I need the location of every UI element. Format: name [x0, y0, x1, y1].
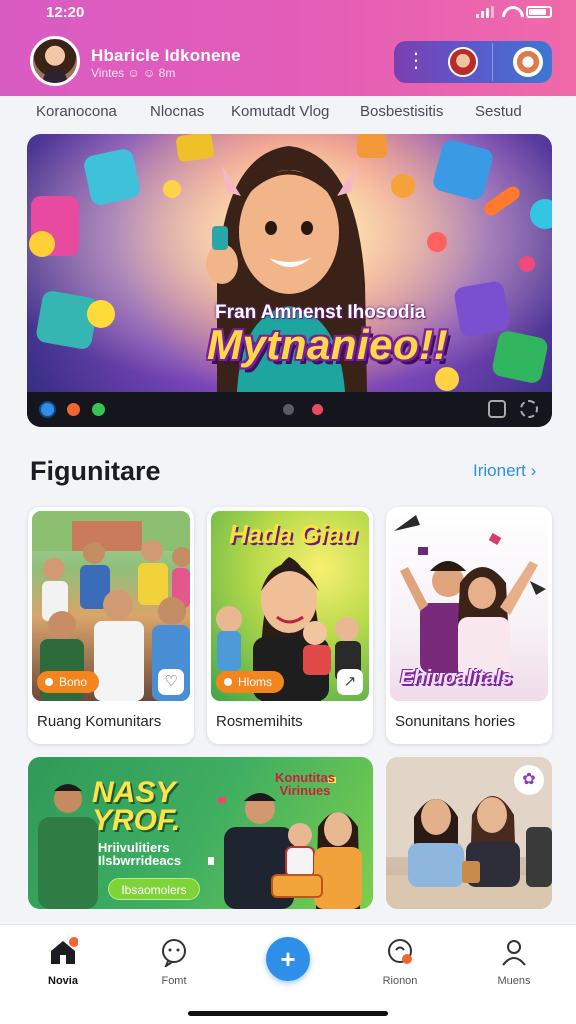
hero-banner[interactable]: Fran Amnenst Ihosodia Mytnanieo!! [27, 134, 552, 427]
fullscreen-icon[interactable] [520, 400, 538, 418]
promo-headline-line-2: YROF. [92, 804, 181, 837]
nav-home[interactable]: Novia [28, 937, 98, 987]
pill-divider [492, 43, 493, 81]
wifi-icon [502, 6, 518, 18]
section-title: Figunitare [30, 456, 161, 486]
status-icons [476, 6, 552, 18]
carousel-dot-2[interactable] [312, 404, 323, 415]
nav-notifications[interactable]: Rionon [365, 937, 435, 987]
share-icon[interactable] [488, 400, 506, 418]
nav-chat[interactable]: Fomt [139, 937, 209, 987]
see-more-link[interactable]: Irionert › [473, 461, 536, 481]
mascot-avatar[interactable] [513, 47, 543, 77]
blue-dot[interactable] [41, 403, 54, 416]
friend-avatar[interactable] [448, 47, 478, 77]
user-subtitle: Vintes ☺ ☺ 8m [91, 66, 176, 80]
share-icon[interactable]: ↗ [337, 669, 363, 695]
tab-komutadt-vlog[interactable]: Komutadt Vlog [231, 103, 329, 120]
promo-subtext: Hriivulitiers Ilsbwrrideacs [98, 841, 181, 867]
nav-chat-label: Fomt [161, 975, 187, 987]
notification-icon [385, 937, 415, 967]
header-action-pill: ⋮ [394, 41, 552, 83]
nav-notifications-label: Rionon [382, 975, 418, 987]
user-avatar[interactable] [30, 36, 80, 86]
creator-card[interactable]: Hada Giau Hloms ↗ Rosmemihits [207, 507, 373, 744]
card-overlay-text: Ehiuoalitals [400, 667, 513, 689]
battery-icon [526, 6, 552, 18]
profile-icon [499, 937, 529, 967]
tab-nlocnas[interactable]: Nlocnas [150, 103, 204, 120]
promo-overlay-text: Konutitas Virinues [275, 771, 335, 797]
category-tabs: Koranocona Nlocnas Komutadt Vlog Bosbest… [30, 100, 550, 126]
add-icon[interactable]: + [266, 937, 310, 981]
promo-headline: NASY YROF. [92, 776, 181, 837]
promo-card[interactable]: NASY YROF. Hriivulitiers Ilsbwrrideacs I… [28, 757, 373, 909]
promo-subtext-line-2: Ilsbwrrideacs [98, 853, 182, 868]
home-icon [48, 937, 79, 967]
more-options-icon[interactable]: ⋮ [406, 50, 426, 74]
promo-overlay-line-2: Virinues [279, 783, 331, 798]
nav-home-label: Novia [48, 975, 78, 987]
nav-profile-label: Muens [497, 975, 531, 987]
chat-icon [159, 937, 189, 969]
status-bar: 12:20 [46, 4, 552, 26]
green-dot[interactable] [92, 403, 105, 416]
card-tag: Hloms [216, 671, 285, 693]
home-indicator [188, 1011, 388, 1016]
user-name: Hbaricle Idkonene [91, 46, 241, 65]
hero-title: Mytnanieo!! [207, 321, 449, 368]
tab-bosbestisitis[interactable]: Bosbestisitis [360, 103, 443, 120]
card-tag: Bono [37, 671, 100, 693]
nav-profile[interactable]: Muens [479, 937, 549, 987]
card-title: Sonunitans hories [395, 713, 516, 730]
status-time: 12:20 [46, 4, 85, 21]
bottom-nav: Novia Fomt + Rionon Muens [0, 924, 576, 1024]
tab-sestud[interactable]: Sestud [475, 103, 522, 120]
card-title: Rosmemihits [216, 713, 303, 730]
carousel-dot-1[interactable] [283, 404, 294, 415]
app-header: 12:20 Hbaricle Idkonene Vintes ☺ ☺ 8m ⋮ [0, 0, 576, 96]
promo-headline-line-1: NASY [92, 776, 176, 809]
signal-icon [476, 6, 494, 18]
promo-button[interactable]: Ibsaomolers [108, 878, 200, 900]
card-overlay-text: Hada Giau [229, 519, 358, 549]
card-title: Ruang Komunitars [37, 713, 162, 730]
sticker-icon[interactable]: ✿ [514, 765, 544, 795]
stories-card[interactable]: Ehiuoalitals Sonunitans hories [386, 507, 552, 744]
community-card[interactable]: Bono ♡ Ruang Komunitars [28, 507, 194, 744]
bookmark-icon[interactable]: ♡ [158, 669, 184, 695]
tab-koranocona[interactable]: Koranocona [36, 103, 117, 120]
hero-control-bar [27, 392, 552, 427]
photo-card[interactable]: ✿ [386, 757, 552, 909]
orange-dot[interactable] [67, 403, 80, 416]
